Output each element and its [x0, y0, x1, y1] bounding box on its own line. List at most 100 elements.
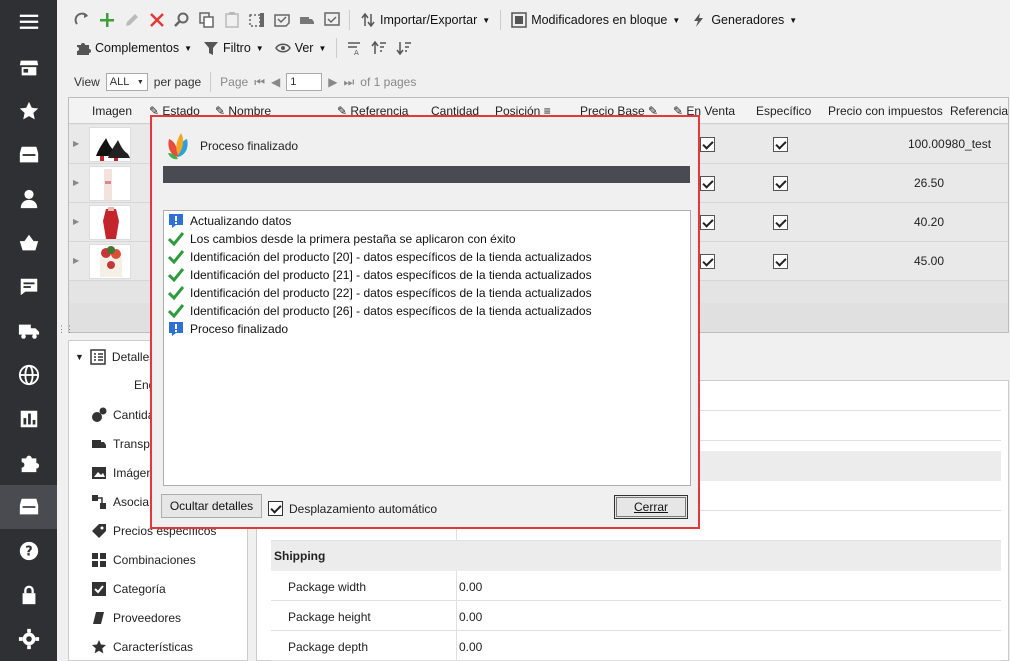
store-icon[interactable]: [0, 46, 57, 90]
mark-icon[interactable]: [271, 8, 293, 32]
col-precio-impuestos[interactable]: Precio con impuestos: [828, 104, 943, 118]
per-page-select[interactable]: ALL ▼: [105, 73, 148, 91]
property-row[interactable]: Package width 0.00: [271, 571, 1001, 601]
tree-item-caracteristicas[interactable]: Características: [91, 639, 193, 655]
checkbox-box[interactable]: [268, 501, 283, 516]
page-input[interactable]: 1: [286, 73, 323, 91]
copy-icon[interactable]: [196, 8, 218, 32]
tree-item-combinaciones[interactable]: Combinaciones: [91, 552, 196, 568]
inbox-icon[interactable]: [0, 133, 57, 177]
globe-icon[interactable]: [0, 353, 57, 397]
property-label: Package height: [288, 610, 371, 624]
tree-item-asociaciones[interactable]: Asocia: [91, 494, 149, 510]
add-icon[interactable]: [96, 8, 118, 32]
close-button[interactable]: Cerrar: [614, 495, 688, 519]
en-venta-checkbox[interactable]: [700, 137, 715, 152]
image-icon: [92, 467, 106, 479]
pager: View ALL ▼ per page Page ⏮ ◀ 1 ▶ ⏭ of 1 p…: [74, 71, 416, 93]
menu-icon[interactable]: [0, 0, 57, 44]
price-cell: 100.00: [908, 137, 945, 151]
truck-icon[interactable]: [0, 309, 57, 353]
page-label: Page: [220, 75, 249, 89]
row-expand-icon[interactable]: ▶: [73, 217, 79, 226]
search-icon[interactable]: [171, 8, 193, 32]
puzzle-icon[interactable]: [0, 441, 57, 485]
tree-item-imagenes[interactable]: Imágen: [91, 465, 153, 481]
row-expand-icon[interactable]: ▶: [73, 139, 79, 148]
especifico-checkbox[interactable]: [773, 254, 788, 269]
especifico-checkbox[interactable]: [773, 215, 788, 230]
addons-button[interactable]: Complementos ▼: [71, 36, 196, 60]
product-image: [89, 127, 131, 162]
delete-icon[interactable]: [146, 8, 168, 32]
inbox-active-icon[interactable]: [0, 485, 57, 529]
collapse-icon[interactable]: ▼: [75, 352, 84, 362]
filter-button[interactable]: Filtro ▼: [199, 36, 268, 60]
property-row[interactable]: Package depth 0.00: [271, 631, 1001, 661]
shipping-icon[interactable]: [296, 8, 318, 32]
tree-item-proveedores[interactable]: Proveedores: [91, 610, 181, 626]
col-especifico[interactable]: Específico: [756, 104, 811, 118]
property-value[interactable]: 0.00: [459, 610, 482, 624]
generators-button[interactable]: Generadores ▼: [687, 8, 801, 32]
en-venta-checkbox[interactable]: [700, 176, 715, 191]
help-icon[interactable]: ?: [0, 529, 57, 573]
tree-item-label: Categoría: [113, 582, 166, 596]
svg-text:?: ?: [25, 545, 32, 560]
hide-details-button[interactable]: Ocultar detalles: [161, 494, 262, 518]
supplier-icon: [93, 612, 104, 624]
tree-item-transporte[interactable]: Transp: [91, 436, 150, 452]
log-text: Identificación del producto [20] - datos…: [190, 250, 592, 264]
prev-page-icon[interactable]: ◀: [271, 75, 280, 89]
approve-icon[interactable]: [321, 8, 343, 32]
grid-icon: [92, 553, 106, 567]
import-export-icon: [361, 12, 375, 28]
sort-alpha-icon[interactable]: A: [343, 36, 365, 60]
basket-icon[interactable]: [0, 221, 57, 265]
tree-item-label: Proveedores: [113, 611, 182, 625]
price-cell: 40.20: [914, 215, 945, 229]
property-row[interactable]: Package height 0.00: [271, 601, 1001, 631]
tree-item-categoria[interactable]: Categoría: [91, 581, 166, 597]
log-list[interactable]: Actualizando datos Los cambios desde la …: [163, 210, 691, 486]
en-venta-checkbox[interactable]: [700, 215, 715, 230]
check-icon: [168, 286, 184, 301]
column-divider: [456, 631, 457, 661]
last-page-icon[interactable]: ⏭: [343, 75, 354, 90]
row-expand-icon[interactable]: ▶: [73, 178, 79, 187]
splitter-handle[interactable]: ⋮⋮: [57, 324, 74, 335]
property-value[interactable]: 0.00: [459, 580, 482, 594]
especifico-checkbox[interactable]: [773, 176, 788, 191]
svg-text:A: A: [354, 49, 359, 56]
tree-root-detalles[interactable]: ▼ Detalles: [75, 349, 155, 365]
lock-icon[interactable]: [0, 573, 57, 617]
sort-down-icon[interactable]: [393, 36, 415, 60]
filter-label: Filtro: [223, 41, 251, 55]
bulk-modifiers-icon: [511, 12, 527, 28]
bulk-modifiers-button[interactable]: Modificadores en bloque ▼: [507, 8, 684, 32]
product-image: [89, 205, 131, 240]
row-expand-icon[interactable]: ▶: [73, 256, 79, 265]
property-value[interactable]: 0.00: [459, 640, 482, 654]
property-label: Package width: [288, 580, 367, 594]
auto-scroll-checkbox[interactable]: Desplazamiento automático: [268, 501, 437, 516]
stats-icon[interactable]: [0, 397, 57, 441]
view-button[interactable]: Ver ▼: [271, 36, 331, 60]
col-imagen[interactable]: Imagen: [92, 104, 132, 118]
message-icon[interactable]: [0, 265, 57, 309]
paste-icon[interactable]: [221, 8, 243, 32]
refresh-icon[interactable]: [71, 8, 93, 32]
sort-up-icon[interactable]: [368, 36, 390, 60]
dialog-title: Proceso finalizado: [200, 139, 299, 153]
especifico-checkbox[interactable]: [773, 137, 788, 152]
col-referencia-2[interactable]: Referencia: [950, 104, 1008, 118]
star-icon[interactable]: [0, 89, 57, 133]
user-icon[interactable]: [0, 177, 57, 221]
next-page-icon[interactable]: ▶: [328, 75, 337, 89]
import-export-button[interactable]: Importar/Exportar ▼: [356, 8, 494, 32]
first-page-icon[interactable]: ⏮: [254, 75, 265, 90]
select-icon[interactable]: [246, 8, 268, 32]
gear-icon[interactable]: [0, 617, 57, 661]
en-venta-checkbox[interactable]: [700, 254, 715, 269]
edit-icon[interactable]: [121, 8, 143, 32]
